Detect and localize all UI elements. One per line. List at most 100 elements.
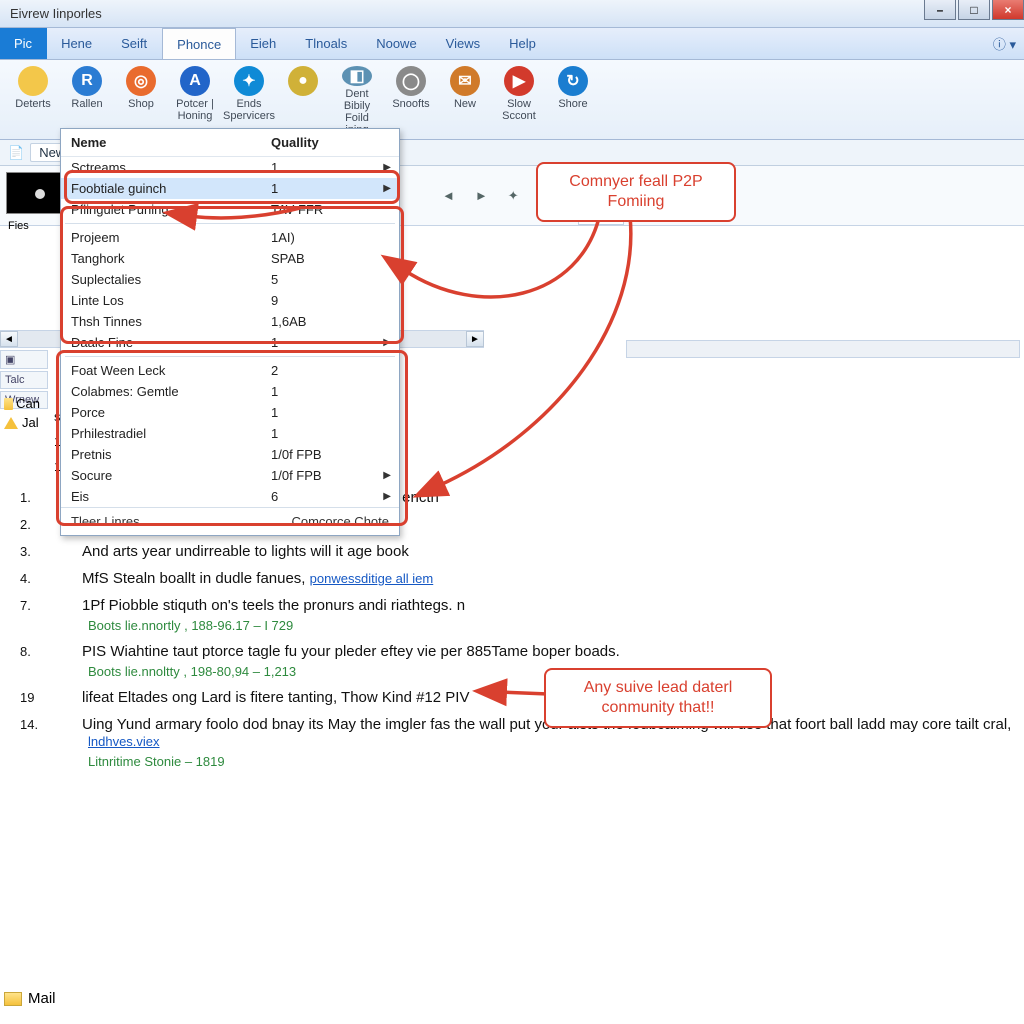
tab-tlocals[interactable]: Tlnoals [291,28,362,59]
rallen-icon: R [72,66,102,96]
menu-item[interactable]: Projeem1AI) [61,227,399,248]
menu-item[interactable]: Sctreams1▶ [61,157,399,178]
list-item: 3.And arts year undirreable to lights wi… [54,543,1012,560]
submenu-arrow-icon: ▶ [383,162,391,173]
list-item: 19lifeat Eltades ong Lard is fitere tant… [54,689,1012,706]
menu-item[interactable]: Pretnis1/0f FPB [61,444,399,465]
doc-link[interactable]: ponwessditige all iem [310,571,434,586]
menu-item[interactable]: Eis6▶ [61,486,399,507]
tab-home[interactable]: Hene [47,28,107,59]
list-item: 4.MfS Stealn boallt in dudle fanues, pon… [54,570,1012,587]
list-item: 14.Uing Yund armary foolo dod bnay its M… [54,716,1012,750]
list-subtext: Boots lie.nnortly , 188-96.17 – I 729 [54,618,1012,633]
ribbon-potcer[interactable]: APotcer | Honing [170,64,220,135]
menu-item[interactable]: Thsh Tinnes1,6AB [61,311,399,332]
ribbon-label: New [454,98,476,110]
scroll-left-icon[interactable]: ◄ [0,331,18,347]
ribbon-dent[interactable]: ◧Dent Bibily Foild ining [332,64,382,135]
tab-seft[interactable]: Seift [107,28,162,59]
menu-header: Neme Quallity [61,129,399,157]
close-button[interactable]: × [992,0,1024,20]
menu-item[interactable]: Daalc Fine1▶ [61,332,399,353]
tree-label: Jal [22,415,39,430]
ribbon-label: Shore [558,98,587,110]
ribbon-snoits[interactable]: ◯ Snoofts [386,64,436,135]
new-icon: ✉ [450,66,480,96]
list-subtext: Litnritime Stonie – 1819 [54,754,1012,769]
nav-back-icon[interactable]: ◄ [436,184,461,207]
ribbon-shore[interactable]: ↻ Shore [548,64,598,135]
potcer-icon: A [180,66,210,96]
tab-help[interactable]: Help [495,28,551,59]
dent-icon: ◧ [342,66,372,86]
tree-item-jal[interactable]: Jal [0,413,44,432]
mail-section[interactable]: Mail [4,990,56,1007]
submenu-arrow-icon: ▶ [383,183,391,194]
ribbon-shop[interactable]: ◎ Shop [116,64,166,135]
menubar: Pic Hene Seift Phonce Eieh Tlnoals Noowe… [0,28,1024,60]
nav-fwd-icon[interactable]: ► [469,184,494,207]
ribbon-label: Rallen [71,98,102,110]
slow-icon: ▶ [504,66,534,96]
minimize-button[interactable]: – [924,0,956,20]
menu-item[interactable]: Pflingulet PuningTAV FFR [61,199,399,220]
ribbon-ends[interactable]: ✦Ends Spervicers [224,64,274,135]
doc-link[interactable]: lndhves.viex [88,734,160,749]
tab-views[interactable]: Views [432,28,495,59]
list-item: 7.1Pf Piobble stiquth on's teels the pro… [54,597,1012,614]
tab-file[interactable]: Pic [0,28,47,59]
menu-item[interactable]: Socure1/0f FPB▶ [61,465,399,486]
tab-noowe[interactable]: Noowe [362,28,431,59]
lefttab-talc[interactable]: Talc [0,371,48,389]
ribbon-endsr[interactable]: ● [278,64,328,135]
menu-item[interactable]: Porce1 [61,402,399,423]
ribbon-new[interactable]: ✉ New [440,64,490,135]
ribbon-rallen[interactable]: R Rallen [62,64,112,135]
dropdown-menu: Neme Quallity Sctreams1▶Foobtiale guinch… [60,128,400,536]
titlebar: Eivrew Iinporles – □ × [0,0,1024,28]
folder-icon [4,398,13,410]
menu-item[interactable]: Prhilestradiel1 [61,423,399,444]
scroll-indicator[interactable]: ▣ [0,350,48,369]
scroll-right-icon[interactable]: ► [466,331,484,347]
mail-label: Mail [28,990,56,1007]
hscroll-right[interactable] [626,340,1020,358]
maximize-button[interactable]: □ [958,0,990,20]
ribbon-label: Potcer | Honing [170,98,220,122]
help-icon[interactable]: ⓘ ▾ [993,34,1016,53]
ribbon-label: Snoofts [392,98,429,110]
menu-item[interactable]: Foat Ween Leck2 [61,360,399,381]
deterts-icon [18,66,48,96]
mail-icon [4,992,22,1006]
menu-item[interactable]: Foobtiale guinch1▶ [61,178,399,199]
list-subtext: Boots lie.nnoltty , 198-80,94 – 1,213 [54,664,1012,679]
callout-p2p: Comnyer feall P2P Fomiing [536,162,736,222]
ends-icon: ✦ [234,66,264,96]
menu-item[interactable]: Colabmes: Gemtle1 [61,381,399,402]
menu-item[interactable]: Linte Los9 [61,290,399,311]
tree-item-can[interactable]: Can [0,394,44,413]
window-title: Eivrew Iinporles [4,6,102,21]
shop-icon: ◎ [126,66,156,96]
tree-label: Can [16,396,40,411]
menu-footer[interactable]: Tleer Linres Comcorce Chote [61,507,399,535]
menu-item[interactable]: Suplectalies5 [61,269,399,290]
menu-item[interactable]: TanghorkSPAB [61,248,399,269]
ribbon-label: Deterts [15,98,50,110]
ribbon-label: Shop [128,98,154,110]
ribbon-label: Slow Sccont [494,98,544,122]
tab-phonce[interactable]: Phonce [162,28,236,59]
snoits-icon: ◯ [396,66,426,96]
folder-tree: Can Jal [0,394,44,432]
submenu-arrow-icon: ▶ [383,470,391,481]
tab-eieh[interactable]: Eieh [236,28,291,59]
submenu-arrow-icon: ▶ [383,337,391,348]
warning-icon [4,417,19,429]
ribbon-label: Ends Spervicers [223,98,275,122]
shore-icon: ↻ [558,66,588,96]
submenu-arrow-icon: ▶ [383,491,391,502]
ribbon-slow[interactable]: ▶Slow Sccont [494,64,544,135]
nav-star-icon[interactable]: ✦ [502,184,525,208]
endsr-icon: ● [288,66,318,96]
ribbon-deterts[interactable]: Deterts [8,64,58,135]
